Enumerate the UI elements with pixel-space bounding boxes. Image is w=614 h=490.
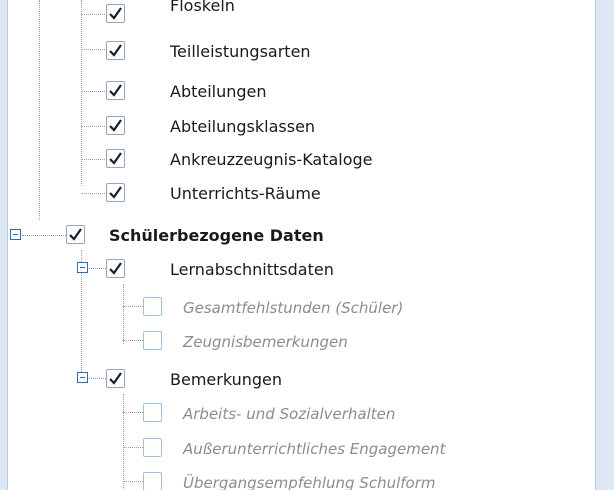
checkbox-arbeits-sozialverhalten[interactable] [143,403,162,422]
tree-item-label: Abteilungsklassen [170,117,316,136]
tree-view[interactable]: Floskeln Teilleistungsarten Abteilungen … [8,0,595,490]
checkbox-gesamtfehlstunden[interactable] [143,297,162,316]
checkbox-ankreuzzeugnis-kataloge[interactable] [106,149,125,168]
collapse-icon[interactable] [77,262,88,273]
tree-item-label: Schülerbezogene Daten [109,226,324,245]
tree-item-floskeln[interactable]: Floskeln [8,0,595,32]
tree-item-label: Floskeln [170,0,235,15]
tree-item-label: Gesamtfehlstunden (Schüler) [183,299,404,317]
tree-item-label: Unterrichts-Räume [170,184,321,203]
tree-item-unterrichts-raeume[interactable]: Unterrichts-Räume [8,178,595,210]
checkbox-ausserunterrichtliches-engagement[interactable] [143,438,162,457]
tree-item-abteilungen[interactable]: Abteilungen [8,76,595,108]
tree-item-ausserunterrichtliches-engagement[interactable]: Außerunterrichtliches Engagement [8,433,595,465]
tree-item-lernabschnittsdaten[interactable]: Lernabschnittsdaten [8,254,595,286]
tree-item-label: Übergangsempfehlung Schulform [183,474,436,490]
checkbox-abteilungsklassen[interactable] [106,116,125,135]
tree-item-label: Außerunterrichtliches Engagement [183,440,446,458]
checkbox-unterrichts-raeume[interactable] [106,183,125,202]
checkbox-abteilungen[interactable] [106,81,125,100]
tree-item-gesamtfehlstunden[interactable]: Gesamtfehlstunden (Schüler) [8,292,595,324]
tree-item-schuelerbezogene-daten[interactable]: Schülerbezogene Daten [8,220,595,252]
tree-item-bemerkungen[interactable]: Bemerkungen [8,364,595,396]
tree-item-teilleistungsarten[interactable]: Teilleistungsarten [8,36,595,68]
checkbox-lernabschnittsdaten[interactable] [106,259,125,278]
tree-item-uebergangsempfehlung[interactable]: Übergangsempfehlung Schulform [8,467,595,490]
collapse-icon[interactable] [77,372,88,383]
tree-item-label: Abteilungen [170,82,267,101]
tree-item-ankreuzzeugnis-kataloge[interactable]: Ankreuzzeugnis-Kataloge [8,144,595,176]
checkbox-zeugnisbemerkungen[interactable] [143,331,162,350]
tree-item-label: Bemerkungen [170,370,283,389]
tree-item-label: Arbeits- und Sozialverhalten [183,405,396,423]
checkbox-teilleistungsarten[interactable] [106,41,125,60]
tree-item-arbeits-sozialverhalten[interactable]: Arbeits- und Sozialverhalten [8,398,595,430]
checkbox-floskeln[interactable] [106,4,125,23]
right-frame [596,0,614,490]
tree-item-label: Lernabschnittsdaten [170,260,334,279]
tree-item-label: Ankreuzzeugnis-Kataloge [170,150,373,169]
left-frame [0,0,7,490]
tree-item-zeugnisbemerkungen[interactable]: Zeugnisbemerkungen [8,326,595,358]
checkbox-bemerkungen[interactable] [106,369,125,388]
checkbox-uebergangsempfehlung[interactable] [143,472,162,490]
tree-item-label: Teilleistungsarten [170,42,311,61]
collapse-icon[interactable] [10,229,21,240]
checkbox-schuelerbezogene-daten[interactable] [66,225,85,244]
right-frame-border [595,0,596,490]
tree-item-abteilungsklassen[interactable]: Abteilungsklassen [8,111,595,143]
tree-item-label: Zeugnisbemerkungen [183,333,348,351]
